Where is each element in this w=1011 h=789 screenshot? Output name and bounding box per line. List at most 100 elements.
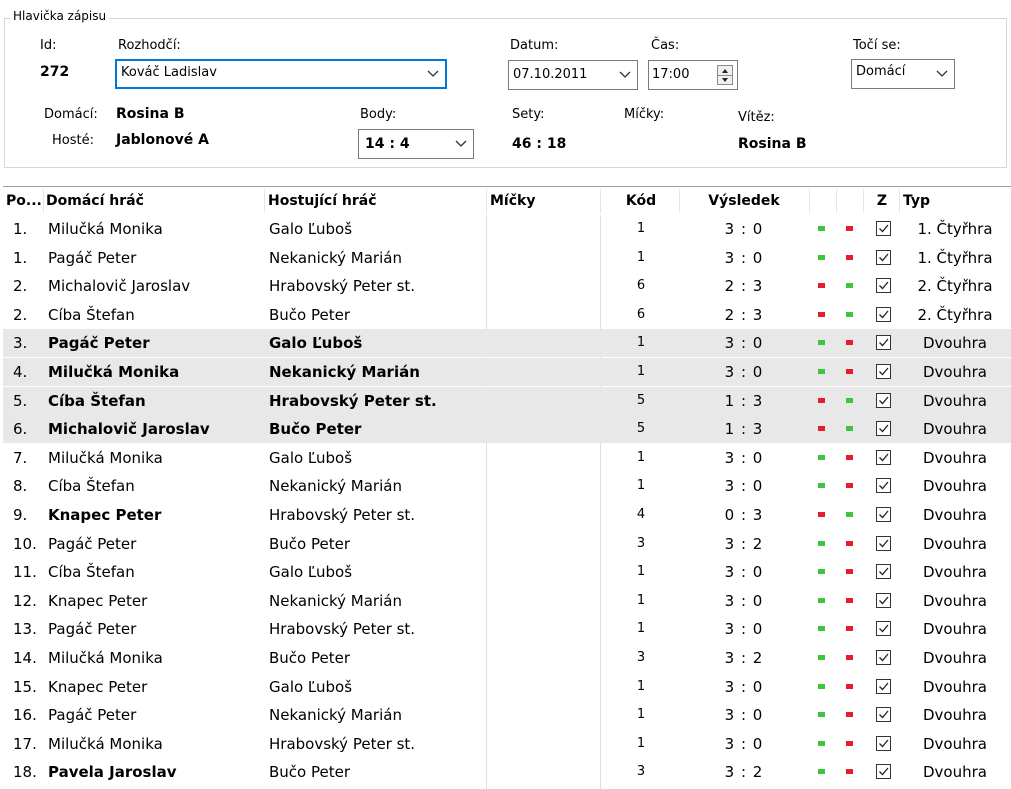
row-z-checkbox[interactable] [876, 650, 891, 665]
checkmark-icon [879, 281, 889, 290]
date-picker[interactable]: 07.10.2011 [508, 60, 638, 90]
table-row[interactable]: 16. Pagáč Peter Nekanický Marián 1 3 : 0 Dvou… [3, 701, 1011, 729]
row-order: 13. [13, 620, 37, 639]
row-order: 14. [13, 649, 37, 667]
row-type: 2. Čtyřhra [917, 305, 993, 324]
chevron-down-icon[interactable] [455, 130, 467, 158]
spin-down-icon[interactable] [718, 75, 732, 85]
row-z-checkbox[interactable] [876, 249, 891, 265]
table-row[interactable]: 18. Pavela Jaroslav Bučo Peter 3 3 : 2 Dvouhr… [3, 758, 1011, 786]
home-status-led [818, 454, 825, 460]
home-status-led [818, 740, 825, 746]
row-z-checkbox[interactable] [876, 564, 891, 580]
table-row[interactable]: 4. Milučká Monika Nekanický Marián 1 3 : 0 Dv… [3, 358, 1011, 386]
row-z-checkbox[interactable] [876, 507, 891, 522]
referee-combo[interactable]: Kováč Ladislav [115, 59, 447, 89]
row-z-checkbox[interactable] [876, 364, 891, 379]
row-z-checkbox[interactable] [876, 278, 891, 294]
col-header-home[interactable]: Domácí hráč [46, 187, 264, 215]
table-row[interactable]: 10. Pagáč Peter Bučo Peter 3 3 : 2 Dvouhra [3, 530, 1011, 558]
col-header-balls[interactable]: Míčky [490, 187, 600, 215]
time-spinner[interactable]: 17:00 [648, 60, 738, 90]
row-z-checkbox[interactable] [876, 335, 891, 351]
row-z-checkbox[interactable] [876, 421, 891, 437]
row-z-checkbox[interactable] [876, 678, 891, 694]
checkmark-icon [879, 481, 889, 490]
col-header-z[interactable]: Z [865, 187, 899, 215]
row-guest-player: Nekanický Marián [269, 477, 402, 496]
row-type: Dvouhra [923, 534, 987, 553]
row-result: 3 : 0 [724, 620, 764, 639]
row-result: 3 : 0 [724, 563, 764, 582]
row-guest-player: Nekanický Marián [269, 248, 402, 267]
table-row[interactable]: 17. Milučká Monika Hrabovský Peter st. 1 3 :… [3, 730, 1011, 758]
row-z-checkbox[interactable] [876, 592, 891, 608]
row-home-player: Knapec Peter [48, 591, 148, 610]
checkmark-icon [879, 596, 889, 605]
table-row[interactable]: 11. Cíba Štefan Galo Ľuboš 1 3 : 0 Dvouhra [3, 558, 1011, 586]
row-result: 3 : 0 [724, 448, 764, 467]
row-z-checkbox[interactable] [876, 306, 891, 322]
checkmark-icon [879, 624, 889, 633]
row-z-checkbox[interactable] [876, 735, 891, 751]
balls-label: Míčky: [624, 107, 665, 122]
row-z-checkbox[interactable] [876, 392, 891, 408]
col-header-type[interactable]: Typ [903, 187, 1003, 215]
row-result: 3 : 0 [724, 706, 764, 725]
col-header-result[interactable]: Výsledek [679, 187, 809, 215]
table-row[interactable]: 1. Milučká Monika Galo Ľuboš 1 3 : 0 1. Čtyřh… [3, 215, 1011, 243]
row-home-player: Pagáč Peter [48, 248, 137, 267]
time-spin-buttons[interactable] [717, 65, 733, 85]
table-row[interactable]: 12. Knapec Peter Nekanický Marián 1 3 : 0 Dvo… [3, 587, 1011, 615]
table-row[interactable]: 13. Pagáč Peter Hrabovský Peter st. 1 3 : 0 D… [3, 615, 1011, 643]
matches-grid[interactable]: Po... Domácí hráč Hostující hráč Míčky K… [3, 186, 1011, 789]
row-code: 1 [636, 449, 646, 465]
row-z-checkbox[interactable] [876, 221, 891, 236]
row-z-checkbox[interactable] [876, 764, 891, 780]
table-row[interactable]: 14. Milučká Monika Bučo Peter 3 3 : 2 Dvouhra [3, 644, 1011, 672]
turn-combo[interactable]: Domácí [851, 59, 955, 89]
table-row[interactable]: 7. Milučká Monika Galo Ľuboš 1 3 : 0 Dvouhra [3, 444, 1011, 472]
points-combo[interactable]: 14 : 4 [358, 129, 474, 159]
row-type: Dvouhra [923, 334, 987, 353]
col-header-guest[interactable]: Hostující hráč [268, 187, 486, 215]
table-row[interactable]: 3. Pagáč Peter Galo Ľuboš 1 3 : 0 Dvouhra [3, 329, 1011, 358]
chevron-down-icon[interactable] [619, 61, 631, 89]
row-z-checkbox[interactable] [876, 535, 891, 551]
row-order: 17. [13, 734, 37, 753]
row-result: 3 : 0 [724, 334, 764, 353]
table-row[interactable]: 1. Pagáč Peter Nekanický Marián 1 3 : 0 1. Čt… [3, 244, 1011, 272]
row-order: 11. [13, 563, 37, 582]
chevron-down-icon[interactable] [936, 60, 948, 88]
row-z-checkbox[interactable] [876, 621, 891, 637]
col-header-order[interactable]: Po... [6, 187, 46, 215]
row-guest-player: Hrabovský Peter st. [269, 506, 416, 524]
table-row[interactable]: 15. Knapec Peter Galo Ľuboš 1 3 : 0 Dvouhra [3, 673, 1011, 701]
chevron-down-icon[interactable] [427, 61, 439, 87]
row-guest-player: Hrabovský Peter st. [269, 391, 437, 410]
table-row[interactable]: 8. Cíba Štefan Nekanický Marián 1 3 : 0 Dvouh… [3, 472, 1011, 500]
row-home-player: Pagáč Peter [48, 534, 137, 553]
row-order: 10. [13, 534, 37, 553]
table-row[interactable]: 9. Knapec Peter Hrabovský Peter st. 4 0 : 3 D… [3, 501, 1011, 529]
row-z-checkbox[interactable] [876, 478, 891, 494]
sets-value: 46 : 18 [512, 136, 567, 152]
row-type: Dvouhra [923, 420, 987, 439]
guest-status-led [846, 454, 853, 460]
row-order: 2. [13, 277, 28, 296]
row-home-player: Cíba Štefan [48, 391, 146, 410]
table-row[interactable]: 6. Michalovič Jaroslav Bučo Peter 5 1 : 3 Dvo… [3, 415, 1011, 444]
row-type: Dvouhra [923, 620, 987, 639]
home-status-led [818, 340, 825, 346]
col-header-code[interactable]: Kód [603, 187, 679, 215]
home-status-led [818, 369, 825, 374]
row-z-checkbox[interactable] [876, 707, 891, 723]
row-order: 1. [13, 248, 28, 267]
spin-up-icon[interactable] [718, 66, 732, 75]
guest-status-led [846, 340, 853, 346]
row-code: 5 [636, 392, 646, 408]
table-row[interactable]: 5. Cíba Štefan Hrabovský Peter st. 5 1 : 3 Dv… [3, 386, 1011, 415]
row-z-checkbox[interactable] [876, 449, 891, 465]
table-row[interactable]: 2. Cíba Štefan Bučo Peter 6 2 : 3 2. Čtyřhra [3, 301, 1011, 329]
table-row[interactable]: 2. Michalovič Jaroslav Hrabovský Peter st.… [3, 272, 1011, 300]
